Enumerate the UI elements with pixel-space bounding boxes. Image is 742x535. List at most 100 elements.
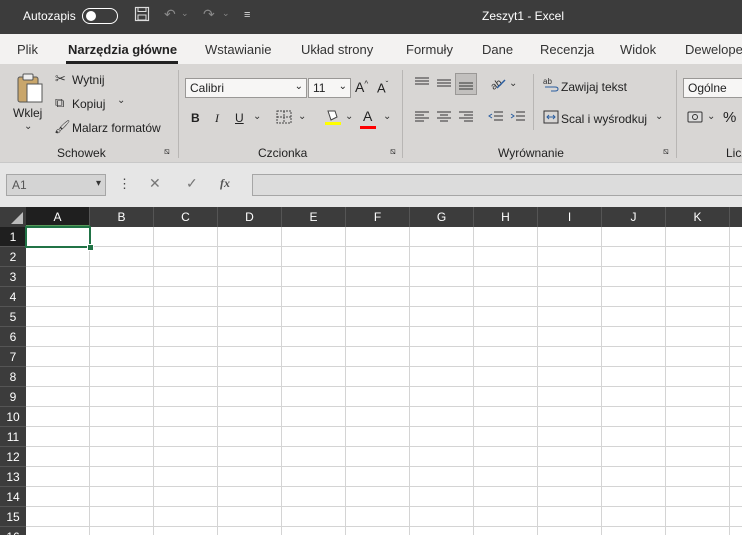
format-painter-label[interactable]: Malarz formatów	[72, 121, 161, 135]
borders-dropdown-icon[interactable]: ⌄	[298, 111, 306, 122]
select-all-button[interactable]	[0, 207, 26, 227]
more-options-icon[interactable]: ⋮	[118, 176, 131, 192]
column-header[interactable]: G	[410, 207, 474, 227]
fill-handle[interactable]	[87, 244, 94, 251]
orientation-icon[interactable]: ab	[489, 74, 507, 93]
formula-input[interactable]	[252, 174, 742, 196]
separator	[402, 70, 403, 158]
redo-dropdown-icon[interactable]: ⌄	[222, 8, 230, 19]
fill-color-icon[interactable]	[324, 108, 342, 129]
column-header[interactable]: D	[218, 207, 282, 227]
tab-review[interactable]: Recenzja	[540, 42, 594, 57]
row-header[interactable]: 15	[0, 507, 26, 527]
row-header[interactable]: 16	[0, 527, 26, 535]
column-header[interactable]: E	[282, 207, 346, 227]
column-header[interactable]: J	[602, 207, 666, 227]
row-header[interactable]: 1	[0, 227, 26, 247]
undo-dropdown-icon[interactable]: ⌄	[181, 8, 189, 19]
column-headers: A B C D E F G H I J K	[0, 207, 742, 227]
column-header[interactable]: A	[26, 207, 90, 227]
select-all-triangle-icon	[11, 212, 23, 224]
insert-function-button[interactable]: fx	[220, 176, 230, 191]
decrease-indent-icon[interactable]	[488, 110, 504, 127]
merge-dropdown-icon[interactable]: ⌄	[655, 111, 663, 122]
cut-label[interactable]: Wytnij	[72, 73, 105, 87]
font-color-button[interactable]: A	[363, 108, 372, 124]
underline-dropdown-icon[interactable]: ⌄	[253, 111, 261, 122]
row-header[interactable]: 4	[0, 287, 26, 307]
tab-page-layout[interactable]: Układ strony	[301, 42, 373, 57]
align-left-icon[interactable]	[414, 110, 430, 127]
row-header[interactable]: 5	[0, 307, 26, 327]
align-top-icon[interactable]	[414, 76, 430, 93]
align-right-icon[interactable]	[458, 110, 474, 127]
column-header[interactable]: F	[346, 207, 410, 227]
accounting-format-icon[interactable]	[687, 110, 703, 127]
selected-cell[interactable]	[25, 226, 91, 248]
row-header[interactable]: 14	[0, 487, 26, 507]
font-launcher-icon[interactable]: ⧅	[390, 146, 396, 157]
undo-icon[interactable]: ↶	[164, 6, 176, 23]
merge-center-icon	[543, 110, 559, 127]
row-header[interactable]: 10	[0, 407, 26, 427]
customize-toolbar-icon[interactable]: ≡	[244, 9, 250, 21]
row-header[interactable]: 8	[0, 367, 26, 387]
paste-icon[interactable]	[16, 72, 44, 107]
tab-file[interactable]: Plik	[17, 42, 38, 57]
underline-button[interactable]: U	[235, 111, 244, 125]
font-color-dropdown-icon[interactable]: ⌄	[383, 111, 391, 122]
row-header[interactable]: 7	[0, 347, 26, 367]
font-size-combo[interactable]: 11 ⌄	[308, 78, 351, 98]
tab-home[interactable]: Narzędzia główne	[68, 42, 177, 57]
accounting-dropdown-icon[interactable]: ⌄	[707, 111, 715, 122]
percent-button[interactable]: %	[723, 109, 736, 126]
alignment-launcher-icon[interactable]: ⧅	[663, 146, 669, 157]
tab-developer[interactable]: Dewelope	[685, 42, 742, 57]
clipboard-launcher-icon[interactable]: ⧅	[164, 146, 170, 157]
column-header[interactable]: I	[538, 207, 602, 227]
number-format-combo[interactable]: Ogólne	[683, 78, 742, 98]
enter-icon[interactable]: ✓	[186, 175, 198, 192]
align-center-icon[interactable]	[436, 110, 452, 127]
tab-data[interactable]: Dane	[482, 42, 513, 57]
autosave-toggle[interactable]	[82, 8, 118, 24]
fill-color-dropdown-icon[interactable]: ⌄	[345, 111, 353, 122]
orientation-dropdown-icon[interactable]: ⌄	[509, 78, 517, 89]
paste-dropdown-icon[interactable]: ⌄	[24, 121, 32, 132]
name-box[interactable]: A1 ▾	[6, 174, 106, 196]
cell-area[interactable]	[26, 227, 742, 535]
tab-formulas[interactable]: Formuły	[406, 42, 453, 57]
tab-view[interactable]: Widok	[620, 42, 656, 57]
tab-insert[interactable]: Wstawianie	[205, 42, 271, 57]
column-header[interactable]: B	[90, 207, 154, 227]
row-header[interactable]: 13	[0, 467, 26, 487]
row-header[interactable]: 2	[0, 247, 26, 267]
row-header[interactable]: 6	[0, 327, 26, 347]
save-icon[interactable]	[134, 6, 150, 25]
italic-button[interactable]: I	[215, 111, 219, 126]
row-header[interactable]: 12	[0, 447, 26, 467]
cancel-icon[interactable]: ✕	[149, 175, 161, 192]
paste-label[interactable]: Wklej	[13, 106, 42, 120]
copy-label[interactable]: Kopiuj	[72, 97, 105, 111]
column-header[interactable]: C	[154, 207, 218, 227]
copy-dropdown-icon[interactable]: ⌄	[117, 95, 125, 106]
align-bottom-icon[interactable]	[455, 73, 477, 95]
borders-icon[interactable]	[276, 110, 292, 127]
font-name-combo[interactable]: Calibri ⌄	[185, 78, 307, 98]
increase-indent-icon[interactable]	[510, 110, 526, 127]
row-header[interactable]: 11	[0, 427, 26, 447]
shrink-font-button[interactable]: Aˇ	[377, 80, 388, 95]
column-header[interactable]: H	[474, 207, 538, 227]
wrap-text-label[interactable]: Zawijaj tekst	[561, 80, 627, 94]
svg-text:ab: ab	[543, 77, 552, 86]
row-header[interactable]: 9	[0, 387, 26, 407]
redo-icon[interactable]: ↷	[203, 6, 215, 23]
grow-font-button[interactable]: A^	[355, 79, 368, 95]
column-header[interactable]: K	[666, 207, 730, 227]
align-middle-icon[interactable]	[436, 76, 452, 93]
bold-button[interactable]: B	[191, 111, 200, 125]
chevron-down-icon: ▾	[95, 178, 101, 189]
row-header[interactable]: 3	[0, 267, 26, 287]
merge-center-label[interactable]: Scal i wyśrodkuj	[561, 112, 647, 126]
